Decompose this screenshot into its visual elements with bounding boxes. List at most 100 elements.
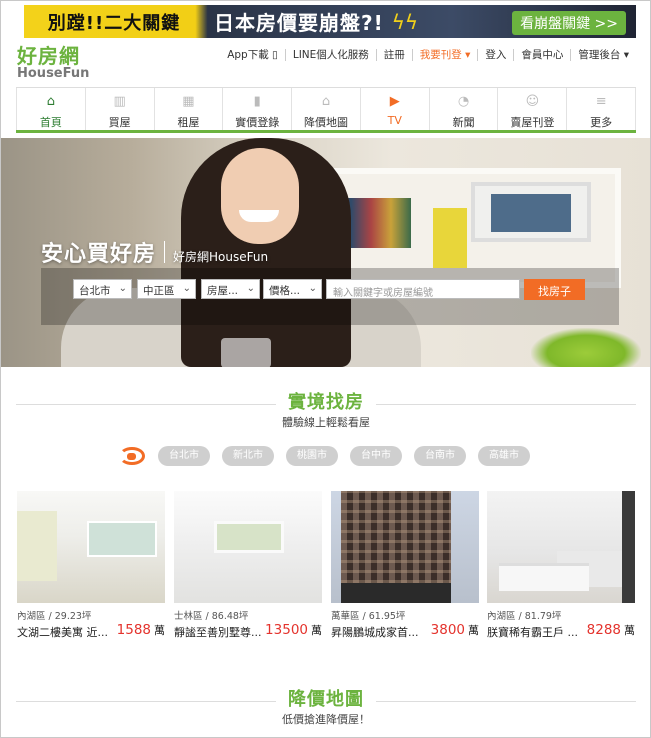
nav-label: 租屋 [177,116,200,129]
divider [16,701,276,702]
search-panel: 台北市 ⌄ 中正區 ⌄ 房屋... ⌄ 價格... ⌄ 輸入關鍵字或房屋編號 找… [41,268,619,325]
city-filter: 台北市 新北市 桃園市 台中市 台南市 高雄市 [116,445,542,467]
hero-tagline: 安心買好房 好房網HouseFun [41,236,268,268]
member-center-link[interactable]: 會員中心 [513,49,570,61]
nav-label: 更多 [590,116,613,129]
nav-label: 實價登錄 [235,116,280,129]
city-pill-taoyuan[interactable]: 桃園市 [286,446,338,466]
nav-item-price-registry[interactable]: ▮ 實價登錄 [223,88,293,130]
district-select[interactable]: 中正區 ⌄ [137,279,196,299]
nav-item-more[interactable]: ≡ 更多 [567,88,637,130]
listing-card[interactable]: 內湖區 / 81.79坪 朕寶稀有霸王戶 ... 8288 萬 [487,491,635,641]
property-type-value: 房屋... [207,285,239,297]
section-virtual-tour-header: 實境找房 體驗線上輕鬆看屋 [16,390,636,430]
app-download-link[interactable]: App下載 ▯ [220,49,285,61]
menu-icon: ≡ [595,94,607,109]
nav-label: TV [387,114,402,127]
listing-price-unit: 萬 [311,624,322,637]
tagline-divider [164,241,166,263]
city-pill-taipei[interactable]: 台北市 [158,446,210,466]
listing-photo[interactable] [17,491,165,603]
chevron-down-icon: ⌄ [308,283,317,294]
admin-menu[interactable]: 管理後台 ▾ [570,49,636,61]
top-links: App下載 ▯ LINE個人化服務 註冊 我要刊登 ▾ 登入 會員中心 管理後台… [220,49,636,61]
section-price-drop-header: 降價地圖 低價搶進降價屋！ [16,687,636,727]
listing-price-value: 13500 [265,622,308,638]
section-subtitle: 體驗線上輕鬆看屋 [282,416,370,429]
hero-photo-monitor [471,182,591,242]
nav-label: 買屋 [108,116,131,129]
listing-title[interactable]: 昇陽鵬城成家首... [331,624,431,640]
city-select[interactable]: 台北市 ⌄ [73,279,132,299]
search-button[interactable]: 找房子 [524,279,585,300]
listing-photo[interactable] [487,491,635,603]
register-link[interactable]: 註冊 [375,49,412,61]
hero-title: 安心買好房 [41,242,157,267]
price-select[interactable]: 價格... ⌄ [263,279,322,299]
listing-price-unit: 萬 [468,624,479,637]
nav-item-buy[interactable]: ▥ 買屋 [86,88,155,130]
nav-label: 首頁 [39,116,62,129]
divider [376,404,636,405]
listing-card[interactable]: 士林區 / 86.48坪 靜謐至善別墅尊... 13500 萬 [174,491,322,641]
house-icon: ⌂ [321,94,331,109]
listing-price-unit: 萬 [154,624,165,637]
nav-item-price-drop-map[interactable]: ⌂ 降價地圖 [292,88,361,130]
city-select-value: 台北市 [79,285,111,297]
listing-card[interactable]: 內湖區 / 29.23坪 文湖二樓美寓 近... 1588 萬 [17,491,165,641]
building-icon: ▥ [113,94,126,109]
city-pill-taichung[interactable]: 台中市 [350,446,402,466]
listing-card[interactable]: 萬華區 / 61.95坪 昇陽鵬城成家首... 3800 萬 [331,491,479,641]
listing-title[interactable]: 文湖二樓美寓 近... [17,624,117,640]
login-link[interactable]: 登入 [477,49,513,61]
listing-photo[interactable] [331,491,479,603]
listing-price-unit: 萬 [624,624,635,637]
city-pill-new-taipei[interactable]: 新北市 [222,446,274,466]
chevron-down-icon: ⌄ [182,283,191,294]
ad-text-primary: 別蹚!!二大關鍵 [47,12,181,34]
apartment-icon: ▦ [182,94,195,109]
ad-banner[interactable]: 別蹚!!二大關鍵 日本房價要崩盤?! ϟϟ 看崩盤關鍵 >> [24,5,636,38]
hero-banner: 安心買好房 好房網HouseFun 台北市 ⌄ 中正區 ⌄ 房屋... ⌄ 價格… [1,138,650,367]
rss-icon: ◔ [457,94,470,109]
listing-photo[interactable] [174,491,322,603]
bar-chart-icon: ▮ [253,94,261,109]
nav-label: 降價地圖 [304,116,349,129]
price-select-value: 價格... [269,285,301,297]
nav-item-sell[interactable]: ☺ 賣屋刊登 [498,88,568,130]
post-listing-menu[interactable]: 我要刊登 ▾ [411,49,478,61]
district-select-value: 中正區 [143,285,175,297]
chevron-down-icon: ⌄ [118,283,127,294]
ad-cta-button[interactable]: 看崩盤關鍵 >> [512,11,626,35]
section-title: 降價地圖 [288,689,364,710]
listing-title[interactable]: 靜謐至善別墅尊... [174,624,274,640]
nav-label: 新聞 [452,116,475,129]
vr-360-icon [116,446,148,466]
nav-item-tv[interactable]: ▶ TV [361,88,430,130]
hero-photo-plant [531,328,641,367]
listing-price-value: 8288 [586,622,621,638]
listing-price-value: 1588 [116,622,151,638]
listing-title[interactable]: 朕寶稀有霸王戶 ... [487,624,587,640]
line-service-link[interactable]: LINE個人化服務 [284,49,376,61]
divider [376,701,636,702]
nav-item-rent[interactable]: ▦ 租屋 [155,88,224,130]
listing-price-value: 3800 [430,622,465,638]
listing-area: 內湖區 / 29.23坪 [17,611,92,622]
keyword-input[interactable]: 輸入關鍵字或房屋編號 [326,279,520,299]
hero-photo-box [433,208,467,268]
listing-area: 士林區 / 86.48坪 [174,611,249,622]
site-logo[interactable]: 好房網 HouseFun [17,45,93,83]
divider [16,404,276,405]
city-pill-kaohsiung[interactable]: 高雄市 [478,446,530,466]
ad-text-secondary: 日本房價要崩盤?! [214,11,384,35]
chevron-down-icon: ⌄ [246,283,255,294]
hero-brand: 好房網HouseFun [173,250,269,264]
logo-subtext: HouseFun [17,66,90,81]
nav-item-home[interactable]: ⌂ 首頁 [16,88,86,130]
listing-price: 1588 萬 [117,622,165,638]
lightning-icon: ϟϟ [391,9,419,34]
property-type-select[interactable]: 房屋... ⌄ [201,279,260,299]
city-pill-tainan[interactable]: 台南市 [414,446,466,466]
nav-item-news[interactable]: ◔ 新聞 [430,88,499,130]
